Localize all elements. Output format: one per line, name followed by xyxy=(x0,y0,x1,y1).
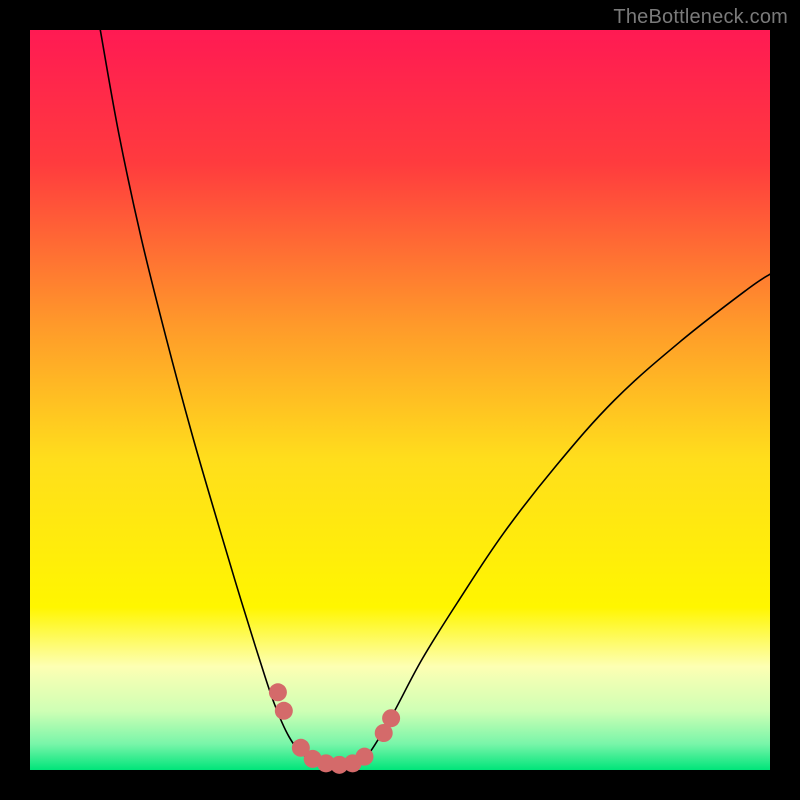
marker-dot xyxy=(269,683,287,701)
watermark-text: TheBottleneck.com xyxy=(613,6,788,29)
plot-background xyxy=(30,30,770,770)
marker-dot xyxy=(355,748,373,766)
marker-dot xyxy=(275,702,293,720)
marker-dot xyxy=(382,709,400,727)
bottleneck-chart xyxy=(0,0,800,800)
chart-stage: TheBottleneck.com xyxy=(0,0,800,800)
